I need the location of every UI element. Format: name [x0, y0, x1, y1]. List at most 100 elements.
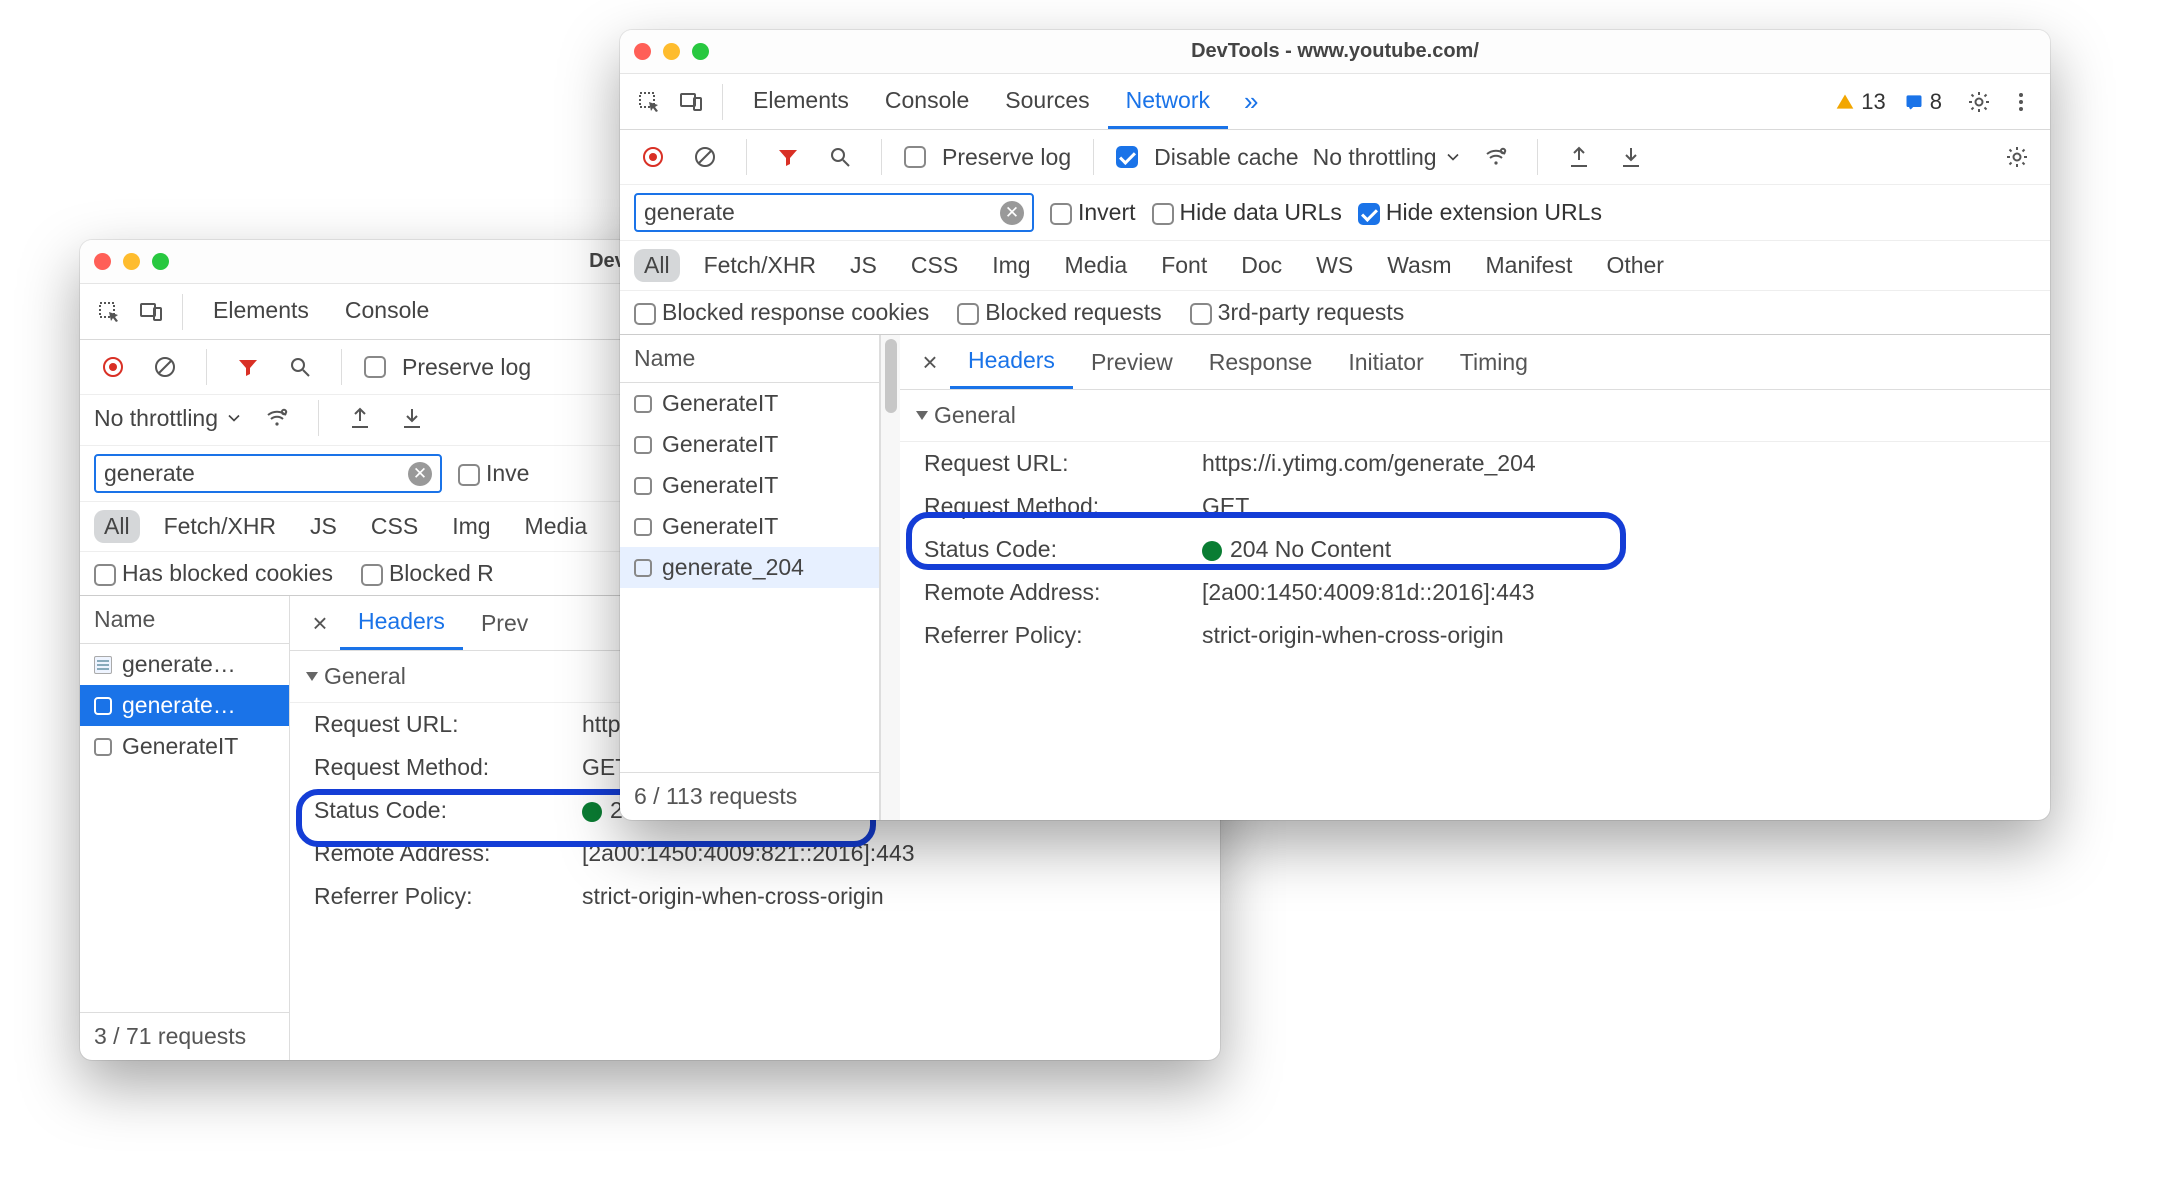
record-button[interactable]: [634, 138, 672, 176]
preserve-log-checkbox[interactable]: Preserve log: [364, 354, 531, 381]
filter-other[interactable]: Other: [1596, 249, 1674, 282]
filter-ws[interactable]: WS: [1306, 249, 1363, 282]
hide-extension-urls-checkbox[interactable]: Hide extension URLs: [1358, 199, 1602, 226]
request-row[interactable]: GenerateIT: [80, 726, 289, 767]
preserve-log-checkbox[interactable]: Preserve log: [904, 144, 1071, 171]
scrollbar[interactable]: [880, 335, 900, 820]
request-row[interactable]: GenerateIT: [620, 424, 879, 465]
filter-js[interactable]: JS: [300, 510, 347, 543]
invert-checkbox[interactable]: Inve: [458, 460, 529, 487]
request-list[interactable]: generate… generate… GenerateIT: [80, 644, 289, 1012]
record-button[interactable]: [94, 348, 132, 386]
hide-data-urls-checkbox[interactable]: Hide data URLs: [1152, 199, 1342, 226]
filter-text-field[interactable]: [104, 460, 400, 487]
blocked-requests-checkbox[interactable]: Blocked requests: [957, 299, 1161, 326]
disable-cache-checkbox[interactable]: Disable cache: [1116, 144, 1298, 171]
more-options-icon[interactable]: [2002, 83, 2040, 121]
general-section[interactable]: General: [900, 390, 2050, 442]
blocked-requests-checkbox[interactable]: Blocked R: [361, 560, 494, 587]
tab-sources[interactable]: Sources: [987, 74, 1107, 129]
clear-filter-icon[interactable]: ✕: [1000, 201, 1024, 225]
kv-key: Status Code:: [924, 536, 1184, 563]
device-toolbar-icon[interactable]: [672, 83, 710, 121]
request-row[interactable]: GenerateIT: [620, 506, 879, 547]
third-party-checkbox[interactable]: 3rd-party requests: [1190, 299, 1405, 326]
upload-har-icon[interactable]: [341, 399, 379, 437]
clear-button[interactable]: [146, 348, 184, 386]
settings-gear-icon[interactable]: [1960, 83, 1998, 121]
search-icon[interactable]: [821, 138, 859, 176]
filter-input[interactable]: ✕: [94, 454, 442, 493]
filter-manifest[interactable]: Manifest: [1476, 249, 1583, 282]
request-row[interactable]: GenerateIT: [620, 383, 879, 424]
window-title: DevTools - www.youtube.com/: [620, 40, 2050, 63]
blocked-response-cookies-checkbox[interactable]: Blocked response cookies: [634, 299, 929, 326]
filter-fetch[interactable]: Fetch/XHR: [694, 249, 826, 282]
scrollbar-thumb[interactable]: [885, 339, 897, 413]
request-row[interactable]: GenerateIT: [620, 465, 879, 506]
filter-font[interactable]: Font: [1151, 249, 1217, 282]
filter-input[interactable]: ✕: [634, 193, 1034, 232]
filter-text-field[interactable]: [644, 199, 992, 226]
kv-referrer-policy: Referrer Policy:strict-origin-when-cross…: [900, 614, 2050, 657]
filter-img[interactable]: Img: [982, 249, 1040, 282]
tab-headers[interactable]: Headers: [950, 335, 1073, 389]
request-row[interactable]: generate…: [80, 685, 289, 726]
filter-media[interactable]: Media: [515, 510, 598, 543]
upload-har-icon[interactable]: [1560, 138, 1598, 176]
filter-css[interactable]: CSS: [901, 249, 968, 282]
download-har-icon[interactable]: [1612, 138, 1650, 176]
filter-js[interactable]: JS: [840, 249, 887, 282]
titlebar[interactable]: DevTools - www.youtube.com/: [620, 30, 2050, 74]
close-detail-button[interactable]: ×: [300, 599, 340, 647]
device-toolbar-icon[interactable]: [132, 293, 170, 331]
filter-icon[interactable]: [229, 348, 267, 386]
clear-button[interactable]: [686, 138, 724, 176]
request-count: 3 / 71 requests: [80, 1012, 289, 1060]
filter-icon[interactable]: [769, 138, 807, 176]
invert-checkbox[interactable]: Invert: [1050, 199, 1136, 226]
throttling-select[interactable]: No throttling: [1313, 144, 1463, 171]
tab-elements[interactable]: Elements: [735, 74, 867, 129]
throttling-select[interactable]: No throttling: [94, 405, 244, 432]
tab-headers[interactable]: Headers: [340, 596, 463, 650]
filter-all[interactable]: All: [94, 510, 140, 543]
download-har-icon[interactable]: [393, 399, 431, 437]
filter-img[interactable]: Img: [442, 510, 500, 543]
filter-css[interactable]: CSS: [361, 510, 428, 543]
more-tabs-button[interactable]: »: [1232, 86, 1270, 117]
search-icon[interactable]: [281, 348, 319, 386]
tab-elements[interactable]: Elements: [195, 284, 327, 339]
has-blocked-cookies-checkbox[interactable]: Has blocked cookies: [94, 560, 333, 587]
request-row[interactable]: generate_204: [620, 547, 879, 588]
request-row[interactable]: generate…: [80, 644, 289, 685]
filter-media[interactable]: Media: [1055, 249, 1138, 282]
filter-doc[interactable]: Doc: [1231, 249, 1292, 282]
tab-console[interactable]: Console: [867, 74, 987, 129]
issues-badge[interactable]: 8: [1904, 89, 1942, 115]
kv-list: Request URL:https://i.ytimg.com/generate…: [900, 442, 2050, 657]
filter-wasm[interactable]: Wasm: [1377, 249, 1461, 282]
tab-network[interactable]: Network: [1108, 74, 1228, 129]
tab-response[interactable]: Response: [1191, 337, 1331, 388]
column-header-name[interactable]: Name: [620, 335, 879, 383]
tab-preview[interactable]: Preview: [1073, 337, 1191, 388]
tab-timing[interactable]: Timing: [1442, 337, 1546, 388]
clear-filter-icon[interactable]: ✕: [408, 462, 432, 486]
warnings-badge[interactable]: 13: [1835, 89, 1885, 115]
request-list[interactable]: GenerateIT GenerateIT GenerateIT Generat…: [620, 383, 879, 772]
close-detail-button[interactable]: ×: [910, 338, 950, 386]
column-header-name[interactable]: Name: [80, 596, 289, 644]
network-conditions-icon[interactable]: [258, 399, 296, 437]
network-conditions-icon[interactable]: [1477, 138, 1515, 176]
tab-preview[interactable]: Prev: [463, 598, 546, 649]
inspect-element-icon[interactable]: [90, 293, 128, 331]
tab-initiator[interactable]: Initiator: [1330, 337, 1441, 388]
filter-all[interactable]: All: [634, 249, 680, 282]
resource-icon: [634, 559, 652, 577]
network-settings-gear-icon[interactable]: [1998, 138, 2036, 176]
tab-console[interactable]: Console: [327, 284, 447, 339]
filter-fetch[interactable]: Fetch/XHR: [154, 510, 286, 543]
invert-label: Invert: [1078, 199, 1136, 225]
inspect-element-icon[interactable]: [630, 83, 668, 121]
